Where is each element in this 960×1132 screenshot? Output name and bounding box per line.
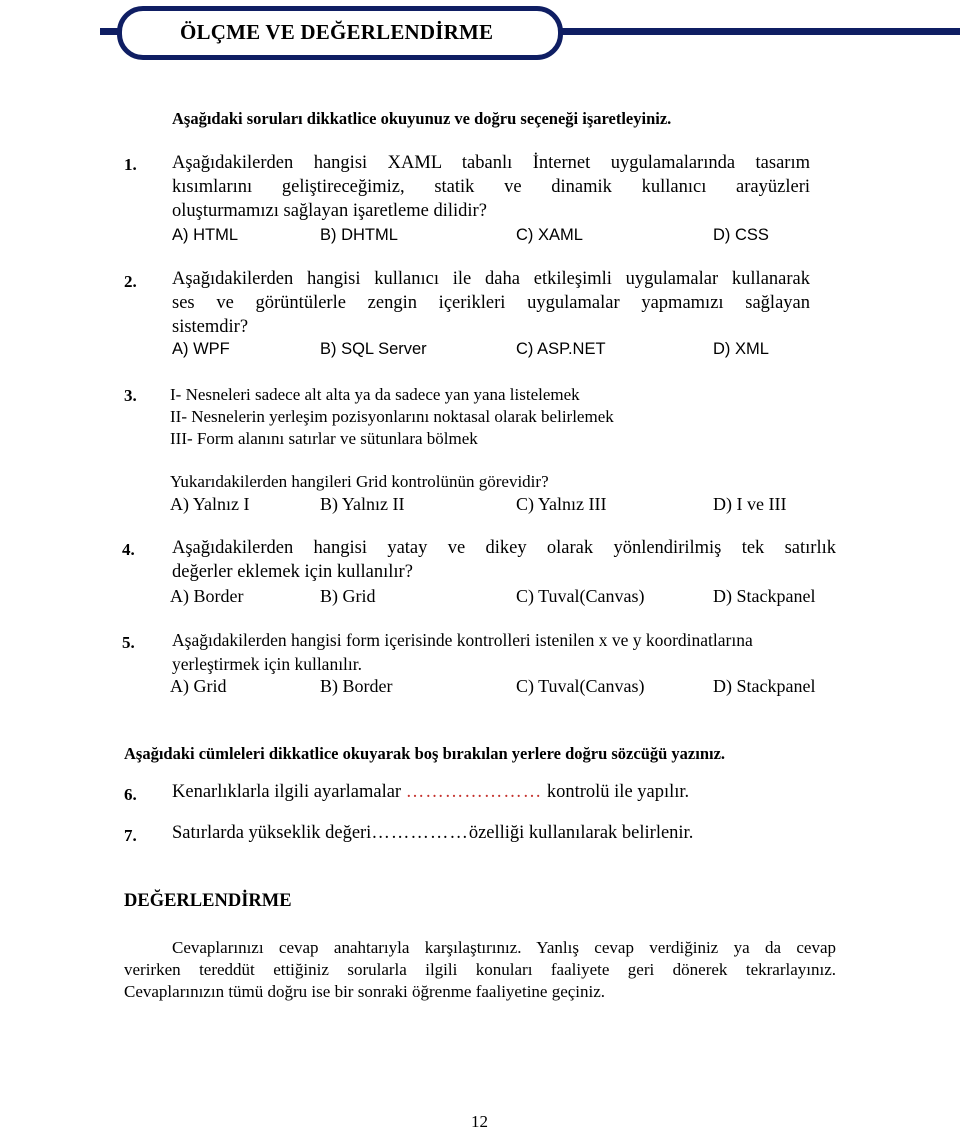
mc-instruction: Aşağıdaki soruları dikkatlice okuyunuz v… xyxy=(172,109,672,128)
option-a[interactable]: A) WPF xyxy=(172,340,230,359)
option-b[interactable]: B) SQL Server xyxy=(320,340,427,359)
statement-i: I- Nesneleri sadece alt alta ya da sadec… xyxy=(170,385,580,404)
question-number: 1. xyxy=(124,155,137,174)
option-b[interactable]: B) Yalnız II xyxy=(320,494,405,515)
evaluation-text-line: verirken tereddüt ettiğiniz sorularla il… xyxy=(124,960,836,979)
option-d[interactable]: D) Stackpanel xyxy=(713,676,815,697)
header-rule-right xyxy=(558,28,960,35)
question-number: 5. xyxy=(122,633,135,652)
question-text-line: sistemdir? xyxy=(172,317,249,337)
evaluation-title: DEĞERLENDİRME xyxy=(124,891,292,911)
fill-blank[interactable]: …………… xyxy=(371,823,469,843)
statement-ii: II- Nesnelerin yerleşim pozisyonlarını n… xyxy=(170,407,614,426)
option-d[interactable]: D) XML xyxy=(713,340,769,359)
question-number: 6. xyxy=(124,785,137,804)
fill-before: Kenarlıklarla ilgili ayarlamalar xyxy=(172,782,406,802)
option-c[interactable]: C) Yalnız III xyxy=(516,494,607,515)
question-text-line: Aşağıdakilerden hangisi form içerisinde … xyxy=(172,630,753,650)
option-a[interactable]: A) HTML xyxy=(172,226,238,245)
fill-blank[interactable]: ………………… xyxy=(406,782,543,802)
question-number: 7. xyxy=(124,826,137,845)
option-b[interactable]: B) DHTML xyxy=(320,226,398,245)
question-text-line: ses ve görüntülerle zengin içerikleri uy… xyxy=(172,293,810,313)
statement-iii: III- Form alanını satırlar ve sütunlara … xyxy=(170,429,478,448)
option-d[interactable]: D) Stackpanel xyxy=(713,586,815,607)
option-c[interactable]: C) ASP.NET xyxy=(516,340,606,359)
option-b[interactable]: B) Grid xyxy=(320,586,376,607)
question-text-line: Aşağıdakilerden hangisi yatay ve dikey o… xyxy=(172,538,836,558)
fill-sentence: Kenarlıklarla ilgili ayarlamalar …………………… xyxy=(172,782,689,803)
question-text-line: Aşağıdakilerden hangisi kullanıcı ile da… xyxy=(172,269,810,289)
page-title: ÖLÇME VE DEĞERLENDİRME xyxy=(180,20,494,44)
question-text-line: kısımlarını geliştireceğimiz, statik ve … xyxy=(172,177,810,197)
option-d[interactable]: D) CSS xyxy=(713,226,769,245)
question-text-line: Aşağıdakilerden hangisi XAML tabanlı İnt… xyxy=(172,153,810,173)
question-number: 2. xyxy=(124,272,137,291)
page-number: 12 xyxy=(471,1112,488,1131)
option-b[interactable]: B) Border xyxy=(320,676,392,697)
fill-after: özelliği kullanılarak belirlenir. xyxy=(468,823,694,843)
fill-after: kontrolü ile yapılır. xyxy=(542,782,690,802)
option-a[interactable]: A) Grid xyxy=(170,676,227,697)
option-c[interactable]: C) XAML xyxy=(516,226,583,245)
option-c[interactable]: C) Tuval(Canvas) xyxy=(516,676,645,697)
question-text-line: yerleştirmek için kullanılır. xyxy=(172,654,363,674)
question-number: 4. xyxy=(122,540,135,559)
question-text-line: Yukarıdakilerden hangileri Grid kontrolü… xyxy=(170,472,549,491)
evaluation-text-line: Cevaplarınızı cevap anahtarıyla karşılaş… xyxy=(172,938,836,957)
question-text-line: değerler eklemek için kullanılır? xyxy=(172,562,413,582)
option-c[interactable]: C) Tuval(Canvas) xyxy=(516,586,645,607)
fill-sentence: Satırlarda yükseklik değeri……………özelliği… xyxy=(172,823,693,844)
option-a[interactable]: A) Border xyxy=(170,586,243,607)
option-a[interactable]: A) Yalnız I xyxy=(170,494,250,515)
fill-instruction: Aşağıdaki cümleleri dikkatlice okuyarak … xyxy=(124,744,726,763)
question-text-line: oluşturmamızı sağlayan işaretleme dilidi… xyxy=(172,201,487,221)
option-d[interactable]: D) I ve III xyxy=(713,494,786,515)
evaluation-text-line: Cevaplarınızın tümü doğru ise bir sonrak… xyxy=(124,982,606,1001)
fill-before: Satırlarda yükseklik değeri xyxy=(172,823,372,843)
question-number: 3. xyxy=(124,386,137,405)
